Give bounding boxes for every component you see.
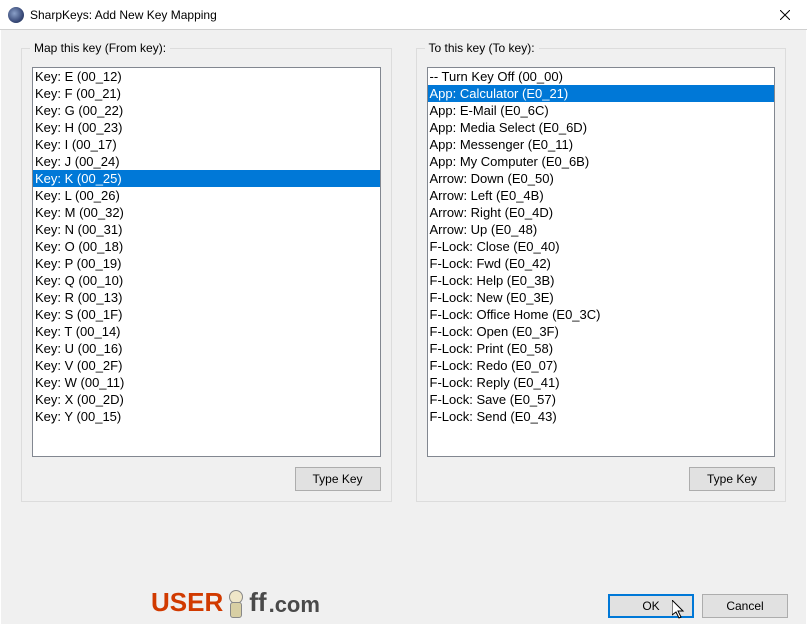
from-btn-row: Type Key [32,467,381,491]
list-item[interactable]: Key: M (00_32) [33,204,380,221]
list-item[interactable]: Key: S (00_1F) [33,306,380,323]
to-type-key-button[interactable]: Type Key [689,467,775,491]
app-icon [8,7,24,23]
list-item[interactable]: F-Lock: Redo (E0_07) [428,357,775,374]
list-item[interactable]: App: My Computer (E0_6B) [428,153,775,170]
window-title: SharpKeys: Add New Key Mapping [30,8,762,22]
list-item[interactable]: F-Lock: Office Home (E0_3C) [428,306,775,323]
list-item[interactable]: App: Media Select (E0_6D) [428,119,775,136]
list-item[interactable]: F-Lock: Close (E0_40) [428,238,775,255]
list-item[interactable]: Key: G (00_22) [33,102,380,119]
panels: Map this key (From key): Key: E (00_12)K… [19,48,788,502]
list-item[interactable]: F-Lock: Open (E0_3F) [428,323,775,340]
to-btn-row: Type Key [427,467,776,491]
list-item[interactable]: Arrow: Right (E0_4D) [428,204,775,221]
list-item[interactable]: Key: O (00_18) [33,238,380,255]
list-item[interactable]: Arrow: Up (E0_48) [428,221,775,238]
list-item[interactable]: F-Lock: Fwd (E0_42) [428,255,775,272]
watermark-mascot-icon [225,588,247,618]
list-item[interactable]: F-Lock: Reply (E0_41) [428,374,775,391]
list-item[interactable]: Key: T (00_14) [33,323,380,340]
from-key-listbox[interactable]: Key: E (00_12)Key: F (00_21)Key: G (00_2… [32,67,381,457]
from-key-label: Map this key (From key): [30,41,170,55]
list-item[interactable]: Key: H (00_23) [33,119,380,136]
list-item[interactable]: F-Lock: Send (E0_43) [428,408,775,425]
from-type-key-button[interactable]: Type Key [295,467,381,491]
list-item[interactable]: Key: V (00_2F) [33,357,380,374]
watermark-user: USER [151,587,223,618]
list-item[interactable]: Key: R (00_13) [33,289,380,306]
list-item[interactable]: Key: I (00_17) [33,136,380,153]
list-item[interactable]: Key: W (00_11) [33,374,380,391]
list-item[interactable]: Arrow: Left (E0_4B) [428,187,775,204]
list-item[interactable]: Key: K (00_25) [33,170,380,187]
watermark: USER ff .com [151,587,320,618]
list-item[interactable]: Key: X (00_2D) [33,391,380,408]
to-key-group: To this key (To key): -- Turn Key Off (0… [416,48,787,502]
watermark-off: ff [249,587,266,618]
list-item[interactable]: F-Lock: New (E0_3E) [428,289,775,306]
list-item[interactable]: -- Turn Key Off (00_00) [428,68,775,85]
list-item[interactable]: Arrow: Down (E0_50) [428,170,775,187]
list-item[interactable]: Key: P (00_19) [33,255,380,272]
titlebar: SharpKeys: Add New Key Mapping [0,0,807,30]
list-item[interactable]: App: E-Mail (E0_6C) [428,102,775,119]
list-item[interactable]: Key: L (00_26) [33,187,380,204]
cancel-button[interactable]: Cancel [702,594,788,618]
list-item[interactable]: F-Lock: Print (E0_58) [428,340,775,357]
close-icon [780,10,790,20]
dialog-body: Map this key (From key): Key: E (00_12)K… [0,30,807,625]
list-item[interactable]: Key: N (00_31) [33,221,380,238]
list-item[interactable]: Key: E (00_12) [33,68,380,85]
dialog-footer: OK Cancel [608,594,788,618]
from-key-group: Map this key (From key): Key: E (00_12)K… [21,48,392,502]
list-item[interactable]: Key: Q (00_10) [33,272,380,289]
watermark-com: .com [269,592,320,618]
list-item[interactable]: App: Calculator (E0_21) [428,85,775,102]
to-key-listbox[interactable]: -- Turn Key Off (00_00)App: Calculator (… [427,67,776,457]
list-item[interactable]: F-Lock: Save (E0_57) [428,391,775,408]
list-item[interactable]: Key: J (00_24) [33,153,380,170]
list-item[interactable]: Key: U (00_16) [33,340,380,357]
close-button[interactable] [762,0,807,30]
ok-button[interactable]: OK [608,594,694,618]
to-key-label: To this key (To key): [425,41,539,55]
list-item[interactable]: App: Messenger (E0_11) [428,136,775,153]
list-item[interactable]: Key: F (00_21) [33,85,380,102]
list-item[interactable]: Key: Y (00_15) [33,408,380,425]
list-item[interactable]: F-Lock: Help (E0_3B) [428,272,775,289]
